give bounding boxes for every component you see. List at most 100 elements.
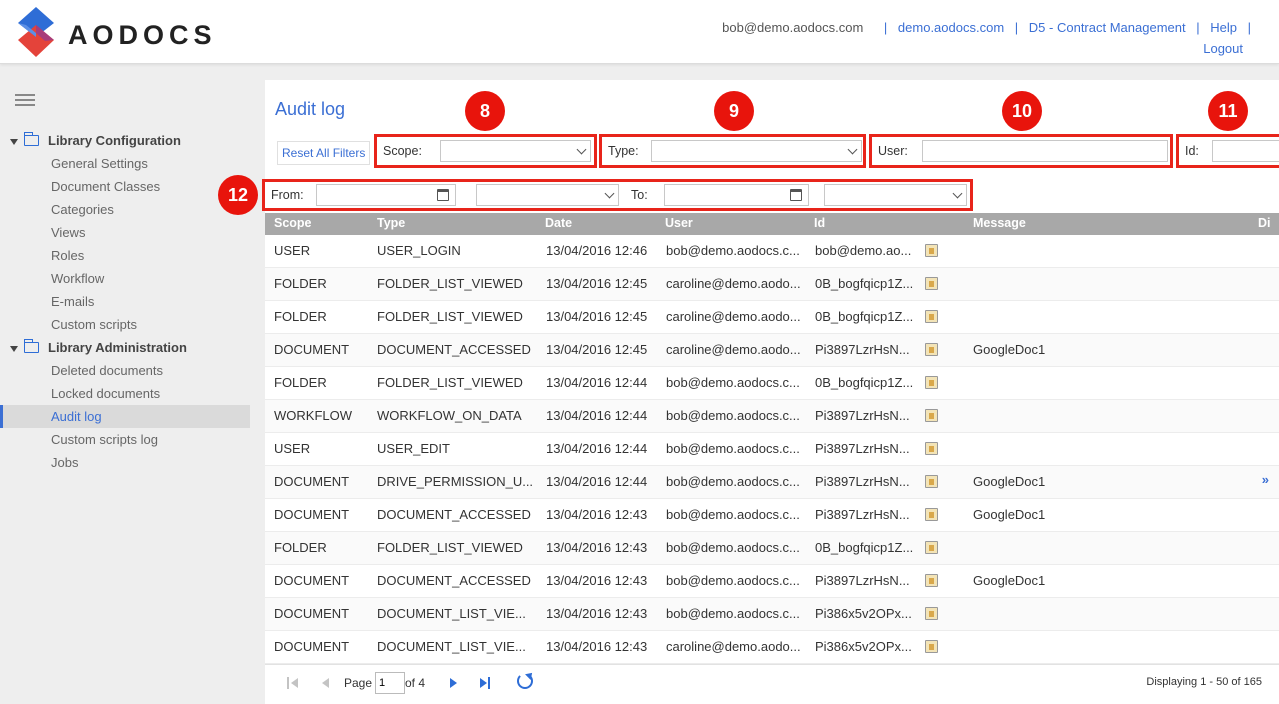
cell-date: 13/04/2016 12:44 [546,375,648,390]
sidebar-item-workflow[interactable]: Workflow [0,267,250,290]
next-page-button[interactable] [443,674,465,692]
copy-id-icon[interactable] [925,508,938,521]
scope-label: Scope: [383,144,422,158]
column-header-id[interactable]: Id [814,216,825,230]
column-header-di[interactable]: Di [1258,216,1271,230]
sidebar-item-views[interactable]: Views [0,221,250,244]
cell-date: 13/04/2016 12:43 [546,507,648,522]
copy-id-icon[interactable] [925,541,938,554]
cell-scope: USER [274,243,311,258]
library-configuration-header[interactable]: Library Configuration [0,129,250,152]
library-link[interactable]: D5 - Contract Management [1029,20,1186,35]
help-link[interactable]: Help [1210,20,1237,35]
cell-user: caroline@demo.aodo... [666,309,801,324]
reset-all-filters-button[interactable]: Reset All Filters [277,141,371,165]
table-row[interactable]: DOCUMENT DOCUMENT_ACCESSED 13/04/2016 12:4… [265,565,1279,598]
copy-id-icon[interactable] [925,277,938,290]
copy-id-icon[interactable] [925,310,938,323]
type-label: Type: [608,144,639,158]
sidebar-item-custom-scripts[interactable]: Custom scripts [0,313,250,336]
copy-id-icon[interactable] [925,574,938,587]
from-time-select[interactable] [476,184,619,206]
page-count: of 4 [405,676,426,690]
menu-icon[interactable] [15,94,35,106]
column-header-scope[interactable]: Scope [274,216,312,230]
last-page-button[interactable] [475,674,497,692]
library-configuration-section: Library Configuration General Settings D… [0,129,250,336]
cell-date: 13/04/2016 12:46 [546,243,648,258]
first-page-button[interactable] [282,674,304,692]
copy-id-icon[interactable] [925,244,938,257]
copy-id-icon[interactable] [925,376,938,389]
domain-link[interactable]: demo.aodocs.com [898,20,1004,35]
copy-id-icon[interactable] [925,442,938,455]
cell-type: FOLDER_LIST_VIEWED [377,540,523,555]
table-row[interactable]: FOLDER FOLDER_LIST_VIEWED 13/04/2016 12:43… [265,532,1279,565]
previous-page-button[interactable] [315,674,337,692]
cell-type: DRIVE_PERMISSION_U... [377,474,534,489]
cell-date: 13/04/2016 12:44 [546,441,648,456]
sidebar-item-jobs[interactable]: Jobs [0,451,250,474]
scope-select[interactable] [440,140,591,162]
table-row[interactable]: DOCUMENT DOCUMENT_LIST_VIE... 13/04/2016 1… [265,631,1279,664]
sidebar-item-roles[interactable]: Roles [0,244,250,267]
cell-id: bob@demo.ao... [815,243,912,258]
to-date-input[interactable] [664,184,809,206]
table-row[interactable]: FOLDER FOLDER_LIST_VIEWED 13/04/2016 12:45… [265,268,1279,301]
table-row[interactable]: DOCUMENT DOCUMENT_ACCESSED 13/04/2016 12:4… [265,499,1279,532]
table-row[interactable]: FOLDER FOLDER_LIST_VIEWED 13/04/2016 12:45… [265,301,1279,334]
cell-id: 0B_bogfqicp1Z... [815,375,914,390]
table-row[interactable]: USER USER_EDIT 13/04/2016 12:44 bob@demo.ao… [265,433,1279,466]
aodocs-logo[interactable]: AODOCS [14,7,212,59]
page-number-input[interactable] [375,672,405,694]
library-administration-header[interactable]: Library Administration [0,336,250,359]
chevron-down-icon [604,188,615,199]
copy-id-icon[interactable] [925,640,938,653]
type-select[interactable] [651,140,862,162]
sidebar-item-categories[interactable]: Categories [0,198,250,221]
to-time-select[interactable] [824,184,967,206]
id-input[interactable] [1212,140,1279,162]
calendar-icon[interactable] [790,189,802,201]
calendar-icon[interactable] [437,189,449,201]
copy-id-icon[interactable] [925,343,938,356]
table-row[interactable]: USER USER_LOGIN 13/04/2016 12:46 bob@demo.a… [265,235,1279,268]
copy-id-icon[interactable] [925,409,938,422]
sidebar-item-audit-log[interactable]: Audit log [0,405,250,428]
top-navigation: bob@demo.aodocs.com | demo.aodocs.com | … [722,20,1251,56]
sidebar-item-emails[interactable]: E-mails [0,290,250,313]
column-header-date[interactable]: Date [545,216,572,230]
cell-user: bob@demo.aodocs.c... [666,408,800,423]
cell-user: caroline@demo.aodo... [666,276,801,291]
table-row[interactable]: DOCUMENT DRIVE_PERMISSION_U... 13/04/2016 … [265,466,1279,499]
table-row[interactable]: DOCUMENT DOCUMENT_ACCESSED 13/04/2016 12:4… [265,334,1279,367]
sidebar-item-custom-scripts-log[interactable]: Custom scripts log [0,428,250,451]
sidebar-item-locked-documents[interactable]: Locked documents [0,382,250,405]
id-filter: Id: [1176,134,1279,168]
table-row[interactable]: FOLDER FOLDER_LIST_VIEWED 13/04/2016 12:44… [265,367,1279,400]
cell-scope: FOLDER [274,375,327,390]
sidebar: Library Configuration General Settings D… [0,64,250,704]
cell-user: bob@demo.aodocs.c... [666,474,800,489]
copy-id-icon[interactable] [925,475,938,488]
column-header-user[interactable]: User [665,216,693,230]
audit-log-panel: Audit log Reset All Filters 8 9 10 11 12… [218,80,1279,704]
sidebar-item-deleted-documents[interactable]: Deleted documents [0,359,250,382]
expand-details-icon[interactable]: » [1262,472,1269,487]
refresh-icon[interactable] [517,673,533,689]
sidebar-item-document-classes[interactable]: Document Classes [0,175,250,198]
sidebar-item-general-settings[interactable]: General Settings [0,152,250,175]
column-header-message[interactable]: Message [973,216,1026,230]
displaying-count: Displaying 1 - 50 of 165 [1146,676,1262,688]
logout-link[interactable]: Logout [1203,41,1243,56]
user-input[interactable] [922,140,1168,162]
cell-date: 13/04/2016 12:45 [546,276,648,291]
cell-date: 13/04/2016 12:44 [546,474,648,489]
table-row[interactable]: WORKFLOW WORKFLOW_ON_DATA 13/04/2016 12:44… [265,400,1279,433]
column-header-type[interactable]: Type [377,216,405,230]
table-row[interactable]: DOCUMENT DOCUMENT_LIST_VIE... 13/04/2016 1… [265,598,1279,631]
from-date-input[interactable] [316,184,456,206]
cell-type: USER_EDIT [377,441,450,456]
cell-user: bob@demo.aodocs.c... [666,243,800,258]
copy-id-icon[interactable] [925,607,938,620]
